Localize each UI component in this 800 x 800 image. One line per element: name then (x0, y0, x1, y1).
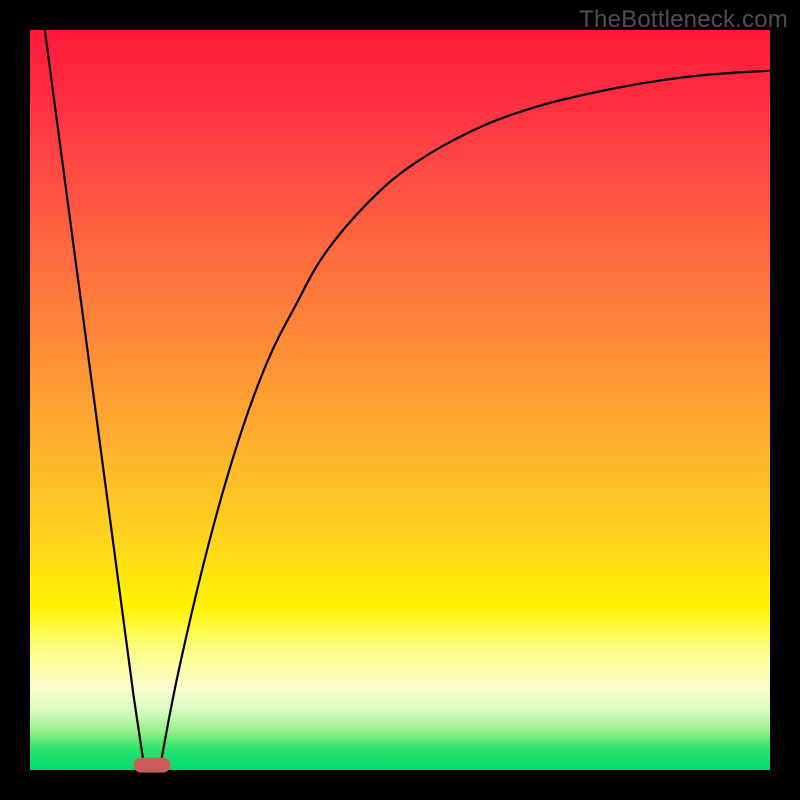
plot-area (30, 30, 770, 770)
curve-svg (30, 30, 770, 770)
min-marker (134, 757, 171, 772)
chart-frame: TheBottleneck.com (0, 0, 800, 800)
curve-right-branch (160, 71, 771, 770)
curve-left-branch (45, 30, 145, 770)
